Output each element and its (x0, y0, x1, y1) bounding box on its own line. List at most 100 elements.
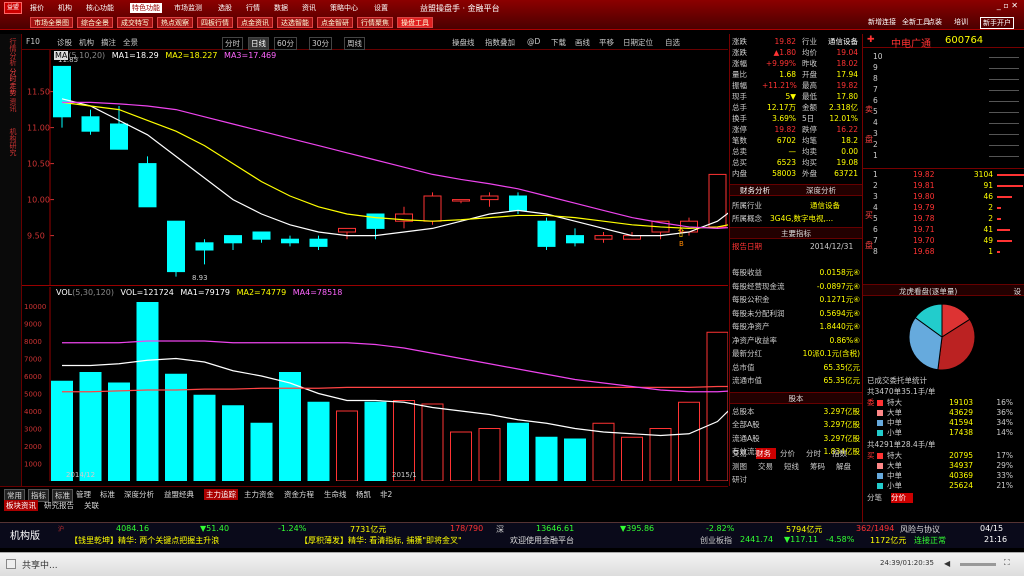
period-1[interactable]: 日线 (248, 37, 269, 50)
toolbar-tab-7[interactable]: 点金智研 (317, 17, 353, 28)
chart-tool-0[interactable]: F10 (26, 37, 40, 46)
menu-item-5[interactable]: 选股 (218, 3, 232, 13)
rp1-tab-1[interactable]: 财务 (756, 448, 776, 459)
period-2[interactable]: 60分 (274, 37, 298, 50)
rp1-tab-10[interactable]: 研讨 (732, 474, 860, 485)
indicator-tab-10[interactable]: 生命线 (324, 489, 347, 500)
chart-action-1[interactable]: 指数叠加 (485, 37, 515, 48)
risk-link[interactable]: 风险与协议 (900, 524, 940, 535)
chart-action-2[interactable]: @D (527, 37, 540, 46)
period-0[interactable]: 分时 (222, 37, 243, 50)
kline-chart[interactable]: MA(5,10,20) MA1=18.29 MA2=18.227 MA3=17.… (22, 50, 728, 286)
side-tab-1[interactable]: 分时走势 (2, 68, 18, 96)
rp2-tab-1[interactable]: 分价 (891, 493, 913, 503)
volume-slider[interactable] (960, 563, 996, 566)
info-tab-0[interactable]: 板块资讯 (4, 500, 38, 511)
window-controls[interactable]: _ ▫ ✕ (997, 1, 1018, 10)
sell-level: 7 (873, 85, 1021, 95)
dragon-settings-button[interactable]: 设 (1014, 286, 1022, 297)
rp2-tab-0[interactable]: 分笔 (867, 493, 889, 503)
news-2[interactable]: 【厚积薄发】精华: 看清指标, 捕獲"即将金叉" (300, 535, 462, 546)
chart-action-6[interactable]: 日期定位 (623, 37, 653, 48)
fin-tab-1[interactable]: 深度分析 (806, 185, 836, 197)
price-tick: 11.00 (27, 124, 50, 133)
user-button-1[interactable]: 全新工具 (902, 17, 930, 27)
chart-action-0[interactable]: 操盘线 (452, 37, 475, 48)
chart-tool-2[interactable]: 机构 (79, 37, 94, 48)
menu-item-2[interactable]: 核心功能 (86, 3, 114, 13)
quote-value-2: 12.01% (829, 114, 858, 123)
candle-body (594, 235, 613, 240)
deals-title: 已成交委托单统计 (867, 376, 927, 385)
chart-tool-1[interactable]: 诊股 (57, 37, 72, 48)
play-icon[interactable] (6, 559, 16, 569)
rp1-tab-8[interactable]: 筹码 (810, 461, 834, 472)
menu-item-4[interactable]: 市场监测 (174, 3, 202, 13)
chart-action-4[interactable]: 画线 (575, 37, 590, 48)
level-price: 19.68 (913, 247, 935, 256)
volume-bar (222, 405, 244, 481)
rp1-tab-3[interactable]: 分时 (806, 448, 830, 459)
chart-tool-4[interactable]: 全景 (123, 37, 138, 48)
fin-value: 1.8440元④ (819, 322, 860, 331)
rp1-tab-4[interactable]: 指数 (832, 448, 856, 459)
volume-chart[interactable]: VOL(5,30,120) VOL=121724 MA1=79179 MA2=7… (22, 287, 728, 481)
menu-item-9[interactable]: 策略中心 (330, 3, 358, 13)
level-num: 2 (873, 181, 878, 190)
user-button-2[interactable]: 点装 (928, 17, 942, 27)
menu-item-0[interactable]: 报价 (30, 3, 44, 13)
toolbar-tab-4[interactable]: 四板行情 (197, 17, 233, 28)
rp1-tab-7[interactable]: 短线 (784, 461, 808, 472)
indicator-tab-5[interactable]: 深度分析 (124, 489, 154, 500)
chart-action-3[interactable]: 下载 (551, 37, 566, 48)
rp1-tab-2[interactable]: 分价 (780, 448, 804, 459)
rp1-tab-5[interactable]: 测图 (732, 461, 756, 472)
menu-item-7[interactable]: 数据 (274, 3, 288, 13)
menu-item-10[interactable]: 设置 (374, 3, 388, 13)
menu-item-1[interactable]: 机构 (58, 3, 72, 13)
chart-action-7[interactable]: 自选 (665, 37, 680, 48)
news-1[interactable]: 【钱里乾坤】精华: 两个关键点把握主升浪 (70, 535, 219, 546)
side-tab-3[interactable]: 机构研究 (2, 128, 18, 156)
equity-value: 3.297亿股 (823, 433, 860, 443)
fullscreen-icon[interactable]: ⛶ (1004, 558, 1010, 568)
user-button-3[interactable]: 培训 (954, 17, 968, 27)
toolbar-tab-8[interactable]: 行情聚焦 (357, 17, 393, 28)
indicator-tab-9[interactable]: 资金方程 (284, 489, 314, 500)
user-button-4[interactable]: 新手开户 (980, 17, 1014, 29)
indicator-tab-6[interactable]: 益盟经典 (164, 489, 194, 500)
news-3: 欢迎使用金融平台 (510, 536, 574, 545)
indicator-tab-8[interactable]: 主力资金 (244, 489, 274, 500)
toolbar-tab-1[interactable]: 综合全景 (77, 17, 113, 28)
volume-icon[interactable]: ◀ (944, 559, 956, 569)
info-tab-1[interactable]: 研究报告 (44, 500, 74, 511)
rp1-tab-9[interactable]: 解盘 (836, 461, 860, 472)
indicator-tab-3[interactable]: 管理 (76, 489, 91, 500)
fin-tab-0[interactable]: 财务分析 (740, 185, 770, 197)
side-tab-0[interactable]: 行情分析 (2, 38, 18, 66)
indicator-tab-11[interactable]: 杨凯 (356, 489, 371, 500)
user-button-0[interactable]: 新增连接 (868, 17, 896, 27)
toolbar-tab-5[interactable]: 点金资讯 (237, 17, 273, 28)
toolbar-tab-0[interactable]: 市场全景图 (30, 17, 73, 28)
quote-label-2: 开盘 (802, 70, 817, 79)
toolbar-tab-6[interactable]: 达选智能 (277, 17, 313, 28)
toolbar-tab-2[interactable]: 成交特写 (117, 17, 153, 28)
period-4[interactable]: 周线 (344, 37, 365, 50)
menu-item-8[interactable]: 资讯 (302, 3, 316, 13)
menu-item-3[interactable]: 特色功能 (130, 3, 162, 13)
rp1-tab-6[interactable]: 交易 (758, 461, 782, 472)
chart-action-5[interactable]: 平移 (599, 37, 614, 48)
toolbar-tab-9[interactable]: 操盘工具 (397, 17, 433, 28)
quote-value: +9.99% (765, 59, 796, 68)
info-tab-2[interactable]: 关联 (84, 500, 99, 511)
indicator-tab-4[interactable]: 标准 (100, 489, 115, 500)
star-icon[interactable]: ✚ (867, 35, 875, 45)
toolbar-tab-3[interactable]: 热点观察 (157, 17, 193, 28)
indicator-tab-7[interactable]: 主力追踪 (204, 489, 238, 500)
side-tab-2[interactable]: 资讯 (2, 98, 18, 112)
indicator-tab-12[interactable]: 非2 (380, 489, 392, 500)
period-3[interactable]: 30分 (309, 37, 333, 50)
menu-item-6[interactable]: 行情 (246, 3, 260, 13)
chart-tool-3[interactable]: 摘注 (101, 37, 116, 48)
